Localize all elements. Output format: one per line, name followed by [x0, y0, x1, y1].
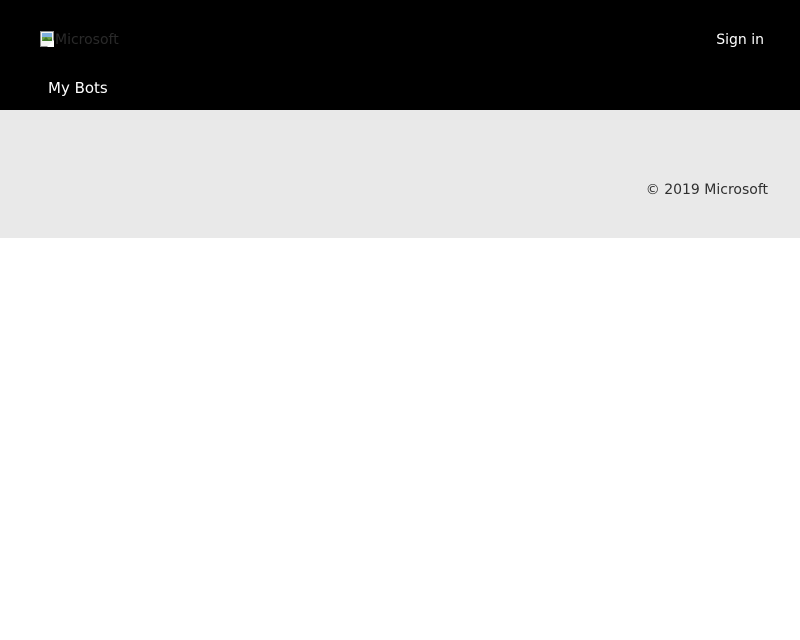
sign-in-link[interactable]: Sign in	[716, 31, 764, 49]
copyright-text: © 2019 Microsoft	[645, 182, 768, 198]
site-header: Microsoft Sign in My Bots	[0, 0, 800, 110]
microsoft-logo[interactable]: Microsoft	[40, 31, 119, 49]
logo-alt-text: Microsoft	[55, 32, 119, 48]
broken-image-icon	[40, 31, 54, 47]
site-footer: © 2019 Microsoft	[0, 110, 800, 238]
nav-item-my-bots[interactable]: My Bots	[48, 78, 108, 98]
